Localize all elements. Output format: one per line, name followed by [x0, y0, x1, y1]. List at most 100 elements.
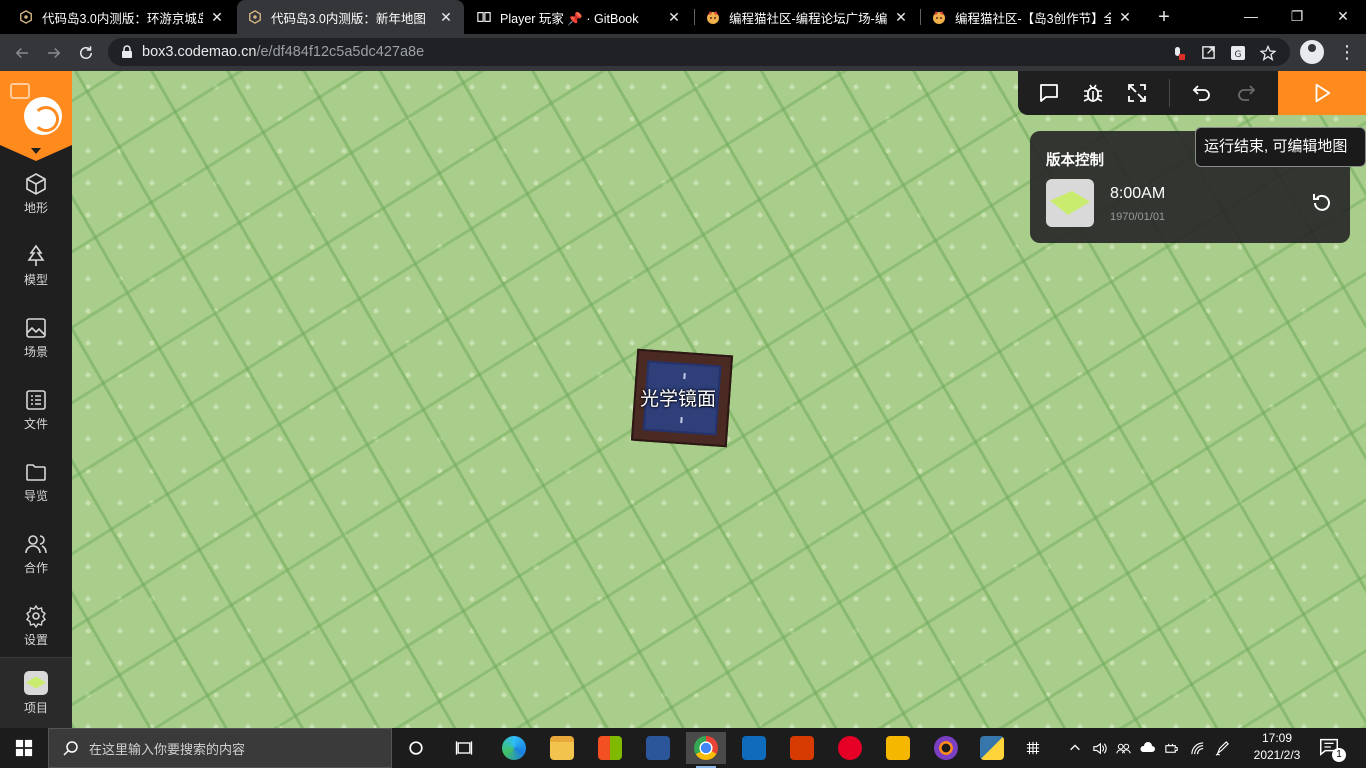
store-icon: [598, 736, 622, 760]
pen-workspace-button[interactable]: [1210, 728, 1234, 768]
sidebar-item-scene[interactable]: 场景: [0, 306, 72, 370]
tab-title: 代码岛3.0内测版：环游京城岛: [42, 11, 203, 26]
editor-sidebar: 地形 模型 场景 文件 导览 合作 设置 项目: [0, 71, 72, 728]
reload-button[interactable]: [72, 39, 100, 67]
expand-icon: [1128, 84, 1146, 102]
version-date: 1970/01/01: [1110, 211, 1166, 223]
clock-time: 17:09: [1261, 731, 1293, 745]
version-thumbnail[interactable]: [1046, 179, 1094, 227]
browser-tab[interactable]: 编程猫社区-【岛3创作节】全民 ✕: [921, 0, 1143, 34]
version-time: 8:00AM: [1110, 185, 1166, 202]
taskbar-app-python[interactable]: [972, 732, 1012, 764]
browser-tab[interactable]: Player 玩家 📌 · GitBook ✕: [466, 0, 692, 34]
star-icon[interactable]: [1259, 44, 1277, 61]
taskbar-app-store[interactable]: [590, 732, 630, 764]
taskbar-app-edge[interactable]: [494, 732, 534, 764]
taskbar-app-mail[interactable]: [734, 732, 774, 764]
volume-button[interactable]: [1088, 728, 1110, 768]
taskbar-app-notes[interactable]: [878, 732, 918, 764]
undo-button[interactable]: [1188, 79, 1216, 107]
forward-button[interactable]: [40, 39, 68, 67]
close-window-button[interactable]: ✕: [1320, 0, 1366, 32]
taskbar-clock[interactable]: 17:09 2021/2/3: [1244, 730, 1310, 766]
sidebar-item-label: 模型: [23, 273, 48, 287]
restore-button[interactable]: ❐: [1274, 0, 1320, 32]
sidebar-item-guide[interactable]: 导览: [0, 450, 72, 514]
minimize-button[interactable]: —: [1228, 0, 1274, 32]
search-icon: [63, 741, 78, 756]
caret-down-icon: [31, 148, 41, 154]
sidebar-item-files[interactable]: 文件: [0, 378, 72, 442]
cortana-icon: [409, 741, 423, 755]
media-player-icon: [934, 736, 958, 760]
chrome-menu-icon[interactable]: ⋮: [1338, 40, 1356, 64]
task-view-button[interactable]: [444, 732, 484, 764]
svg-text:G: G: [1235, 50, 1242, 60]
box3-favicon-icon: [18, 9, 34, 25]
search-placeholder: 在这里输入你要搜索的内容: [89, 741, 246, 757]
redo-button[interactable]: [1232, 79, 1260, 107]
codemao-favicon-icon: [931, 9, 947, 25]
project-thumbnail: [24, 670, 48, 695]
python-icon: [980, 736, 1004, 760]
address-bar[interactable]: box3.codemao.cn/e/df484f12c5a5dc427a8e G: [108, 38, 1290, 66]
start-button[interactable]: [0, 728, 48, 768]
sidebar-item-label: 地形: [23, 201, 48, 215]
run-button[interactable]: [1278, 71, 1366, 115]
cortana-button[interactable]: [396, 732, 436, 764]
restore-version-icon[interactable]: [1310, 191, 1334, 215]
taskbar-app-chrome[interactable]: [686, 732, 726, 768]
people-icon: [1115, 743, 1131, 753]
back-button[interactable]: [8, 39, 36, 67]
show-hidden-icons-button[interactable]: [1064, 728, 1086, 768]
tray-app-icon[interactable]: [1020, 728, 1046, 768]
clock-date: 2021/2/3: [1253, 748, 1301, 762]
sidebar-item-model[interactable]: 模型: [0, 234, 72, 298]
notification-badge: 1: [1332, 748, 1346, 762]
browser-tab-active[interactable]: 代码岛3.0内测版：新年地图 ✕: [237, 0, 464, 34]
browser-tab[interactable]: 代码岛3.0内测版：环游京城岛 ✕: [8, 0, 235, 34]
profile-avatar[interactable]: [1300, 40, 1324, 64]
translate-icon[interactable]: G: [1230, 45, 1246, 61]
onedrive-button[interactable]: [1136, 728, 1158, 768]
mic-blocked-icon[interactable]: [1170, 45, 1186, 61]
tray-people-button[interactable]: [1112, 728, 1134, 768]
tree-icon: [27, 244, 45, 266]
tab-title: 编程猫社区-编程论坛广场-编程: [729, 11, 887, 26]
browser-tab[interactable]: 编程猫社区-编程论坛广场-编程 ✕: [695, 0, 919, 34]
image-icon: [26, 318, 46, 338]
tab-close-icon[interactable]: ✕: [1117, 9, 1133, 25]
comment-icon: [1040, 84, 1058, 102]
tab-close-icon[interactable]: ✕: [209, 9, 225, 25]
comment-button[interactable]: [1035, 79, 1063, 107]
debug-button[interactable]: [1079, 79, 1107, 107]
sidebar-item-terrain[interactable]: 地形: [0, 162, 72, 226]
new-tab-button[interactable]: +: [1152, 5, 1176, 29]
sidebar-item-label: 项目: [23, 700, 48, 715]
browser-tab-strip: 代码岛3.0内测版：环游京城岛 ✕ 代码岛3.0内测版：新年地图 ✕ Playe…: [0, 0, 1366, 34]
taskbar-app-netease-music[interactable]: [830, 732, 870, 764]
taskbar-search[interactable]: 在这里输入你要搜索的内容: [48, 728, 392, 768]
tab-close-icon[interactable]: ✕: [666, 9, 682, 25]
sidebar-item-label: 文件: [23, 417, 48, 431]
editor-toolbar: [1018, 71, 1278, 115]
sidebar-item-collab[interactable]: 合作: [0, 522, 72, 586]
undo-icon: [1192, 85, 1210, 101]
cloud-icon: [1140, 742, 1155, 752]
fullscreen-button[interactable]: [1123, 79, 1151, 107]
open-in-new-icon[interactable]: [1200, 45, 1216, 61]
tab-close-icon[interactable]: ✕: [893, 9, 909, 25]
taskbar-app-player[interactable]: [926, 732, 966, 764]
taskbar-app-word[interactable]: [638, 732, 678, 764]
power-button[interactable]: [1160, 728, 1182, 768]
tab-close-icon[interactable]: ✕: [438, 9, 454, 25]
task-view-icon: [455, 741, 473, 755]
network-button[interactable]: [1186, 728, 1208, 768]
taskbar-app-explorer[interactable]: [542, 732, 582, 764]
logo[interactable]: [0, 71, 72, 145]
taskbar-app-office[interactable]: [782, 732, 822, 764]
sidebar-item-settings[interactable]: 设置: [0, 594, 72, 658]
sidebar-item-project[interactable]: 项目: [0, 657, 72, 728]
folder-icon: [26, 464, 46, 481]
gitbook-favicon-icon: [476, 9, 492, 25]
